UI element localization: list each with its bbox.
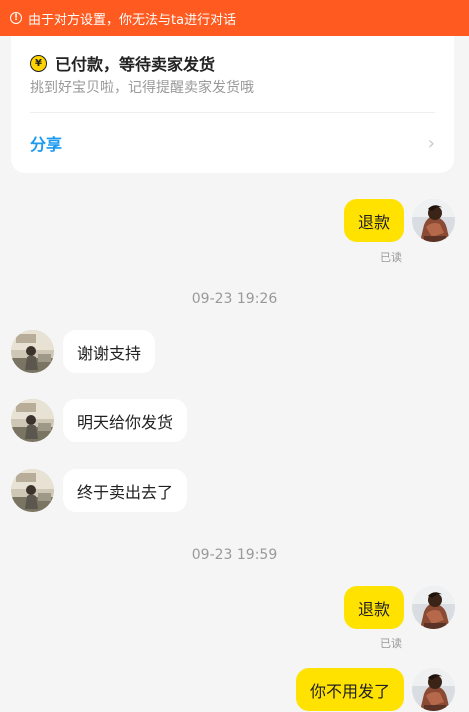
timestamp: 09-23 19:59 bbox=[191, 547, 278, 563]
my-avatar[interactable] bbox=[412, 668, 455, 711]
order-status-title: 已付款，等待卖家发货 bbox=[55, 55, 216, 74]
my-avatar[interactable] bbox=[412, 586, 455, 629]
share-row[interactable]: 分享 › bbox=[30, 122, 435, 164]
message-bubble[interactable]: 终于卖出去了 bbox=[63, 469, 188, 512]
order-status-card[interactable]: ¥ 已付款，等待卖家发货 挑到好宝贝啦，记得提醒卖家发货哦 分享 › bbox=[11, 36, 454, 173]
divider bbox=[30, 112, 435, 113]
chat-message-outgoing: 退款 bbox=[343, 199, 455, 242]
seller-avatar[interactable] bbox=[11, 399, 54, 442]
timestamp: 09-23 19:26 bbox=[191, 291, 278, 307]
seller-avatar[interactable] bbox=[11, 330, 54, 373]
message-bubble[interactable]: 你不用发了 bbox=[295, 668, 404, 711]
message-bubble[interactable]: 退款 bbox=[343, 586, 404, 629]
chat-message-incoming: 明天给你发货 bbox=[11, 399, 188, 442]
share-button[interactable]: 分享 bbox=[30, 131, 62, 155]
read-receipt: 已读 bbox=[380, 251, 402, 264]
chat-message-outgoing: 你不用发了 bbox=[295, 668, 455, 711]
message-bubble[interactable]: 明天给你发货 bbox=[63, 399, 188, 442]
message-bubble[interactable]: 谢谢支持 bbox=[63, 330, 156, 373]
chevron-right-icon: › bbox=[427, 132, 435, 154]
my-avatar[interactable] bbox=[412, 199, 455, 242]
warning-circle-icon: ! bbox=[10, 12, 22, 24]
banner-text: 由于对方设置，你无法与ta进行对话 bbox=[28, 12, 237, 28]
chat-message-incoming: 终于卖出去了 bbox=[11, 469, 188, 512]
message-bubble[interactable]: 退款 bbox=[343, 199, 404, 242]
chat-message-incoming: 谢谢支持 bbox=[11, 330, 156, 373]
read-receipt: 已读 bbox=[380, 637, 402, 650]
chat-message-outgoing: 退款 bbox=[343, 586, 455, 629]
chat-restriction-banner: ! 由于对方设置，你无法与ta进行对话 bbox=[0, 0, 469, 36]
seller-avatar[interactable] bbox=[11, 469, 54, 512]
order-status-title-row: ¥ 已付款，等待卖家发货 bbox=[30, 51, 215, 75]
yen-coin-icon: ¥ bbox=[30, 54, 47, 72]
order-status-subtitle: 挑到好宝贝啦，记得提醒卖家发货哦 bbox=[30, 80, 254, 96]
